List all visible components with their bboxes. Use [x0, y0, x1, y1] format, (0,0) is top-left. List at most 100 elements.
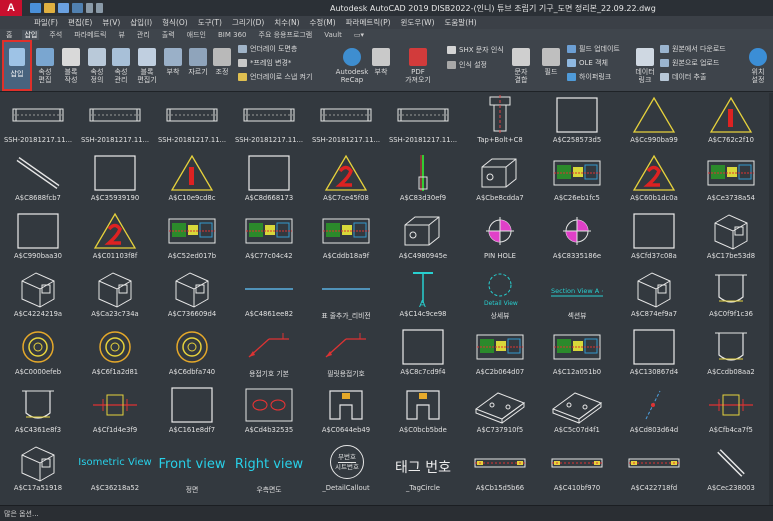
palette-block-item[interactable]: PIN HOLE — [462, 211, 538, 263]
palette-block-item[interactable]: 태그 번호 _TagCircle — [385, 443, 461, 495]
undo-icon[interactable] — [86, 3, 93, 13]
set-location-button[interactable]: 위치 설정 — [744, 48, 772, 84]
palette-block-item[interactable]: 표 줄추가_리비전 — [308, 269, 384, 321]
palette-block-item[interactable]: SSH-20181217.11... — [77, 95, 153, 147]
palette-block-item[interactable]: A$C01103f8f — [77, 211, 153, 263]
clip-button[interactable]: 자르기 — [186, 48, 210, 76]
palette-block-item[interactable]: A$C8335186e — [539, 211, 615, 263]
palette-block-item[interactable]: A$Cddb18a9f — [308, 211, 384, 263]
manage-attributes-button[interactable]: 속성 관리 — [109, 48, 133, 84]
palette-block-item[interactable]: A A$C14c9ce98 — [385, 269, 461, 321]
palette-block-item[interactable]: A$C422718fd — [616, 443, 692, 495]
palette-block-item[interactable]: A$C26eb1fc5 — [539, 153, 615, 205]
ribbon-tab[interactable]: BIM 360 — [216, 31, 249, 39]
underlay-snap-button[interactable]: 언더레이로 스냅 켜기 — [238, 72, 312, 82]
palette-block-item[interactable]: A$Cf1d4e3f9 — [77, 385, 153, 437]
palette-block-item[interactable]: A$C990baa30 — [0, 211, 76, 263]
palette-block-item[interactable]: Isometric View A$C36218a52 — [77, 443, 153, 495]
hyperlink-button[interactable]: 하이퍼링크 — [567, 72, 611, 82]
palette-block-item[interactable]: Section View A ~ A' 섹션뷰 — [539, 269, 615, 321]
frame-vary-dropdown[interactable]: *프레임 변경* — [238, 58, 291, 68]
palette-block-item[interactable]: SSH-20181217.11... — [231, 95, 307, 147]
palette-block-item[interactable]: Tap+Bolt+C8 — [462, 95, 538, 147]
recognize-settings-button[interactable]: 인식 설정 — [447, 60, 487, 70]
open-folder-icon[interactable] — [44, 3, 55, 13]
palette-block-item[interactable]: A$C874ef9a7 — [616, 269, 692, 321]
upload-source-button[interactable]: 원본으로 업로드 — [660, 58, 719, 68]
menu-item[interactable]: 윈도우(W) — [401, 17, 435, 28]
combine-text-button[interactable]: 문자 결합 — [508, 48, 534, 84]
new-file-icon[interactable] — [30, 3, 41, 13]
palette-block-item[interactable]: Right view 우측면도 — [231, 443, 307, 495]
ribbon-tab[interactable]: 파라메트릭 — [72, 30, 108, 40]
ribbon-tab[interactable]: Vault — [322, 31, 344, 39]
palette-block-item[interactable]: A$C12a051b0 — [539, 327, 615, 379]
menu-item[interactable]: 편집(E) — [68, 17, 92, 28]
ribbon-tab[interactable]: 삽입 — [22, 29, 40, 40]
palette-block-item[interactable]: A$C83d30ef9 — [385, 153, 461, 205]
palette-block-item[interactable]: A$Cd803d64d — [616, 385, 692, 437]
attach-button[interactable]: 부착 — [162, 48, 184, 76]
ribbon-tab[interactable]: 홈 — [4, 30, 14, 40]
palette-block-item[interactable]: A$C737910f5 — [462, 385, 538, 437]
palette-block-item[interactable]: A$C736609d4 — [154, 269, 230, 321]
palette-block-item[interactable]: A$Cd4b32535 — [231, 385, 307, 437]
palette-block-item[interactable]: A$C161e8df7 — [154, 385, 230, 437]
palette-block-item[interactable]: A$C0bcb5bde — [385, 385, 461, 437]
menu-item[interactable]: 파라메트릭(P) — [346, 17, 391, 28]
ribbon-tab[interactable]: ▭▾ — [352, 31, 366, 39]
shx-recognize-button[interactable]: SHX 문자 인식 — [447, 45, 504, 55]
menu-item[interactable]: 형식(O) — [162, 17, 188, 28]
download-source-button[interactable]: 원본에서 다운로드 — [660, 44, 726, 54]
ribbon-tab[interactable]: 관리 — [135, 30, 152, 40]
palette-block-item[interactable]: A$C4224219a — [0, 269, 76, 321]
autocad-logo-icon[interactable]: A — [0, 0, 22, 16]
palette-block-item[interactable]: A$C6dbfa740 — [154, 327, 230, 379]
palette-block-item[interactable]: A$C762c2f10 — [693, 95, 769, 147]
palette-block-item[interactable]: SSH-20181217.11... — [385, 95, 461, 147]
data-link-button[interactable]: 데이터 링크 — [632, 48, 658, 84]
palette-block-item[interactable]: SSH-20181217.11... — [154, 95, 230, 147]
ribbon-tab[interactable]: 출력 — [160, 30, 177, 40]
menu-item[interactable]: 파일(F) — [34, 17, 58, 28]
recap-button[interactable]: Autodesk ReCap — [334, 48, 370, 84]
menu-item[interactable]: 도움말(H) — [445, 17, 477, 28]
palette-block-item[interactable]: 용접기호 기본 — [231, 327, 307, 379]
palette-block-item[interactable]: A$C52ed017b — [154, 211, 230, 263]
palette-block-item[interactable]: A$C4861ee82 — [231, 269, 307, 321]
palette-block-item[interactable]: A$C17a51918 — [0, 443, 76, 495]
field-button[interactable]: 필드 — [540, 48, 562, 76]
pdf-import-button[interactable]: PDF 가져오기 — [396, 48, 440, 84]
palette-block-item[interactable]: Front view 정면 — [154, 443, 230, 495]
block-editor-button[interactable]: 블록 편집기 — [134, 48, 160, 84]
palette-block-item[interactable]: A$Cbe8cdda7 — [462, 153, 538, 205]
palette-block-item[interactable]: A$C2b064d07 — [462, 327, 538, 379]
palette-block-item[interactable]: A$Cb15d5b66 — [462, 443, 538, 495]
save-icon[interactable] — [58, 3, 69, 13]
palette-block-item[interactable]: A$C17be53d8 — [693, 211, 769, 263]
extract-data-button[interactable]: 데이터 추출 — [660, 72, 706, 82]
palette-block-item[interactable]: A$Ccdb08aa2 — [693, 327, 769, 379]
adjust-button[interactable]: 조정 — [211, 48, 233, 76]
palette-block-item[interactable]: A$C4980945e — [385, 211, 461, 263]
ribbon-tab[interactable]: 주요 응용프로그램 — [257, 30, 315, 40]
ole-object-button[interactable]: OLE 객체 — [567, 58, 608, 68]
palette-block-item[interactable]: A$C258573d5 — [539, 95, 615, 147]
menu-item[interactable]: 수정(M) — [310, 17, 336, 28]
create-block-button[interactable]: 블록 작성 — [58, 48, 84, 84]
update-fields-button[interactable]: 필드 업데이트 — [567, 44, 620, 54]
status-text[interactable]: 많은 옵션... — [4, 509, 39, 519]
palette-block-item[interactable]: A$C0f9f1c36 — [693, 269, 769, 321]
menu-item[interactable]: 그리기(D) — [232, 17, 264, 28]
palette-scrollbar[interactable] — [769, 93, 773, 505]
palette-block-item[interactable]: 부번호 시트번호 _DetailCallout — [308, 443, 384, 495]
insert-block-button[interactable]: 삽입 — [2, 40, 32, 91]
underlay-layers-button[interactable]: 언더레이 도면층 — [238, 44, 297, 54]
menu-item[interactable]: 뷰(V) — [102, 17, 120, 28]
palette-block-item[interactable]: A$Cfd37c08a — [616, 211, 692, 263]
palette-block-item[interactable]: A$C0644eb49 — [308, 385, 384, 437]
palette-block-item[interactable]: A$C77c04c42 — [231, 211, 307, 263]
redo-icon[interactable] — [96, 3, 103, 13]
palette-block-item[interactable]: 필릿용접기호 — [308, 327, 384, 379]
palette-block-item[interactable]: A$Cfb4ca7f5 — [693, 385, 769, 437]
